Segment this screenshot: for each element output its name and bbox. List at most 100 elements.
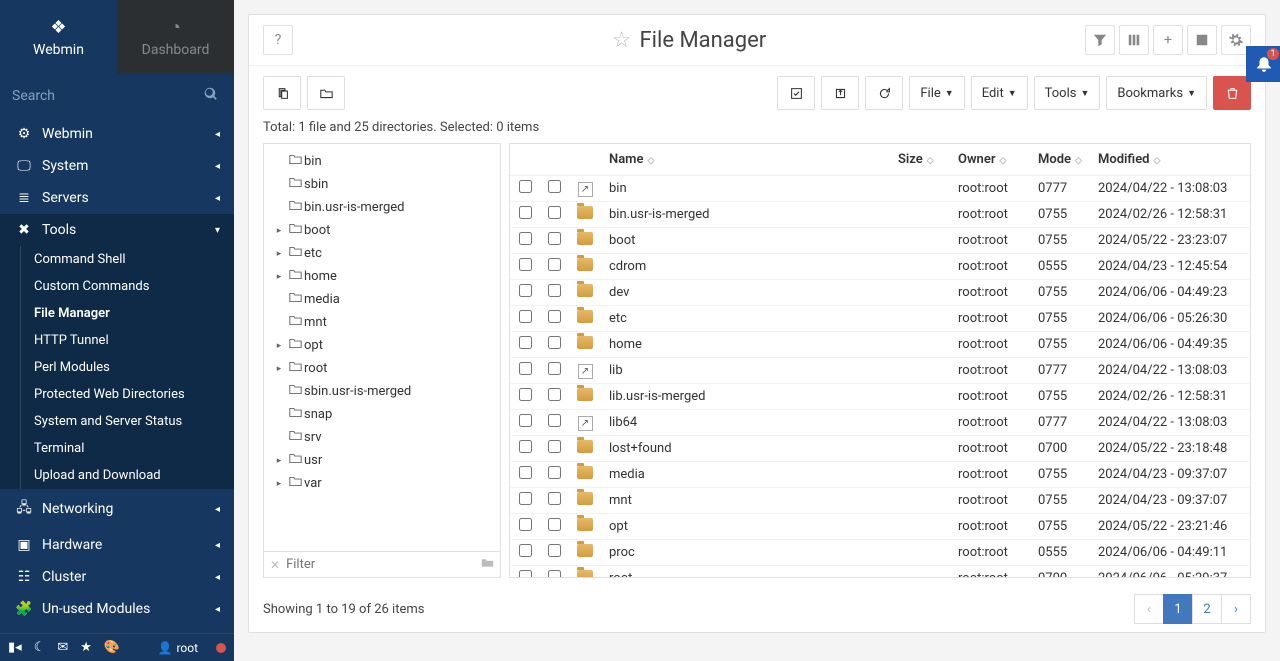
table-row[interactable]: lost+found root:root 0700 2024/05/22 - 2… [510, 436, 1250, 462]
tree-item-etc[interactable]: ▸etc [264, 242, 500, 265]
tree-caret-icon[interactable]: ▸ [272, 479, 286, 489]
moon-icon[interactable]: ☾ [34, 640, 46, 655]
clear-filter-icon[interactable]: ✕ [270, 558, 280, 572]
tree-item-media[interactable]: ▸media [264, 288, 500, 311]
open-folder-button[interactable] [307, 76, 345, 110]
table-row[interactable]: proc root:root 0555 2024/06/06 - 04:49:1… [510, 540, 1250, 566]
col-size[interactable]: Size◇ [890, 144, 950, 176]
palette-icon[interactable]: 🎨 [104, 640, 120, 655]
tree-filter-input[interactable] [286, 557, 481, 572]
row-checkbox[interactable] [519, 388, 532, 401]
columns-button[interactable] [1119, 25, 1149, 55]
sidebar-search-input[interactable] [10, 82, 224, 110]
row-checkbox2[interactable] [548, 206, 561, 219]
tree-item-root[interactable]: ▸root [264, 357, 500, 380]
image-button[interactable] [1187, 25, 1217, 55]
nav-subitem-terminal[interactable]: Terminal [0, 435, 234, 462]
tree-caret-icon[interactable]: ▸ [272, 364, 286, 374]
tree-item-mnt[interactable]: ▸mnt [264, 311, 500, 334]
table-row[interactable]: mnt root:root 0755 2024/04/23 - 09:37:07 [510, 488, 1250, 514]
sidebar-tab-dashboard[interactable]: ◔ Dashboard [117, 0, 234, 74]
row-checkbox2[interactable] [548, 492, 561, 505]
table-row[interactable]: boot root:root 0755 2024/05/22 - 23:23:0… [510, 228, 1250, 254]
row-checkbox2[interactable] [548, 466, 561, 479]
tree-item-srv[interactable]: ▸srv [264, 426, 500, 449]
row-checkbox[interactable] [519, 544, 532, 557]
row-checkbox[interactable] [519, 232, 532, 245]
star-icon[interactable]: ★ [80, 640, 92, 655]
folder-filter-icon[interactable] [481, 556, 494, 573]
nav-item-refresh-modules[interactable]: ⟳Refresh Modules [0, 625, 234, 633]
table-row[interactable]: lib.usr-is-merged root:root 0755 2024/02… [510, 384, 1250, 410]
col-modified[interactable]: Modified◇ [1090, 144, 1250, 176]
search-icon[interactable] [204, 87, 218, 105]
row-checkbox2[interactable] [548, 362, 561, 375]
page-1[interactable]: 1 [1163, 594, 1193, 624]
nav-item-cluster[interactable]: ☷Cluster◂ [0, 561, 234, 593]
nav-subitem-perl-modules[interactable]: Perl Modules [0, 354, 234, 381]
tree-item-snap[interactable]: ▸snap [264, 403, 500, 426]
collapse-icon[interactable]: ▮◂ [8, 640, 22, 655]
table-row[interactable]: bin.usr-is-merged root:root 0755 2024/02… [510, 202, 1250, 228]
table-row[interactable]: ↗ lib64 root:root 0777 2024/04/22 - 13:0… [510, 410, 1250, 436]
col-owner[interactable]: Owner◇ [950, 144, 1030, 176]
row-checkbox2[interactable] [548, 336, 561, 349]
row-checkbox[interactable] [519, 362, 532, 375]
favorite-star-icon[interactable]: ☆ [612, 28, 632, 53]
nav-item-hardware[interactable]: ▣Hardware◂ [0, 529, 234, 561]
record-icon[interactable] [216, 643, 226, 653]
tree-item-boot[interactable]: ▸boot [264, 219, 500, 242]
tree-caret-icon[interactable]: ▸ [272, 341, 286, 351]
nav-subitem-protected-web-directories[interactable]: Protected Web Directories [0, 381, 234, 408]
tree-item-bin.usr-is-merged[interactable]: ▸bin.usr-is-merged [264, 196, 500, 219]
nav-item-servers[interactable]: ≣Servers◂ [0, 182, 234, 214]
notification-bell[interactable]: 1 [1246, 46, 1280, 82]
row-checkbox2[interactable] [548, 570, 561, 577]
nav-item-networking[interactable]: 🖧Networking◂ [0, 489, 234, 529]
row-checkbox[interactable] [519, 206, 532, 219]
col-mode[interactable]: Mode◇ [1030, 144, 1090, 176]
nav-item-tools[interactable]: ✖Tools▾ [0, 214, 234, 246]
row-checkbox[interactable] [519, 518, 532, 531]
tree-caret-icon[interactable]: ▸ [272, 249, 286, 259]
filter-button[interactable] [1085, 25, 1115, 55]
page-2[interactable]: 2 [1192, 594, 1222, 624]
tree-item-home[interactable]: ▸home [264, 265, 500, 288]
nav-subitem-upload-and-download[interactable]: Upload and Download [0, 462, 234, 489]
tools-menu[interactable]: Tools▼ [1034, 76, 1101, 110]
row-checkbox2[interactable] [548, 414, 561, 427]
nav-subitem-command-shell[interactable]: Command Shell [0, 246, 234, 273]
tree-caret-icon[interactable]: ▸ [272, 226, 286, 236]
file-menu[interactable]: File▼ [909, 76, 964, 110]
row-checkbox2[interactable] [548, 232, 561, 245]
tree-caret-icon[interactable]: ▸ [272, 456, 286, 466]
row-checkbox2[interactable] [548, 440, 561, 453]
tree-item-usr[interactable]: ▸usr [264, 449, 500, 472]
edit-menu[interactable]: Edit▼ [971, 76, 1028, 110]
nav-item-un-used-modules[interactable]: 🧩Un-used Modules◂ [0, 593, 234, 625]
help-button[interactable]: ? [263, 25, 293, 55]
row-checkbox[interactable] [519, 414, 532, 427]
nav-item-webmin[interactable]: ⚙Webmin◂ [0, 118, 234, 150]
row-checkbox2[interactable] [548, 310, 561, 323]
nav-subitem-http-tunnel[interactable]: HTTP Tunnel [0, 327, 234, 354]
tree-item-opt[interactable]: ▸opt [264, 334, 500, 357]
share-button[interactable] [821, 76, 859, 110]
table-row[interactable]: dev root:root 0755 2024/06/06 - 04:49:23 [510, 280, 1250, 306]
refresh-button[interactable] [865, 76, 903, 110]
row-checkbox2[interactable] [548, 388, 561, 401]
table-row[interactable]: home root:root 0755 2024/06/06 - 04:49:3… [510, 332, 1250, 358]
mail-icon[interactable]: ✉ [57, 640, 68, 655]
tree-item-var[interactable]: ▸var [264, 472, 500, 495]
row-checkbox[interactable] [519, 570, 532, 577]
nav-subitem-file-manager[interactable]: File Manager [0, 300, 234, 327]
row-checkbox[interactable] [519, 492, 532, 505]
nav-subitem-system-and-server-status[interactable]: System and Server Status [0, 408, 234, 435]
table-row[interactable]: media root:root 0755 2024/04/23 - 09:37:… [510, 462, 1250, 488]
table-row[interactable]: opt root:root 0755 2024/05/22 - 23:21:46 [510, 514, 1250, 540]
row-checkbox[interactable] [519, 258, 532, 271]
tree-item-bin[interactable]: ▸bin [264, 150, 500, 173]
row-checkbox[interactable] [519, 180, 532, 193]
table-row[interactable]: cdrom root:root 0555 2024/04/23 - 12:45:… [510, 254, 1250, 280]
sidebar-tab-webmin[interactable]: ❖ Webmin [0, 0, 117, 74]
